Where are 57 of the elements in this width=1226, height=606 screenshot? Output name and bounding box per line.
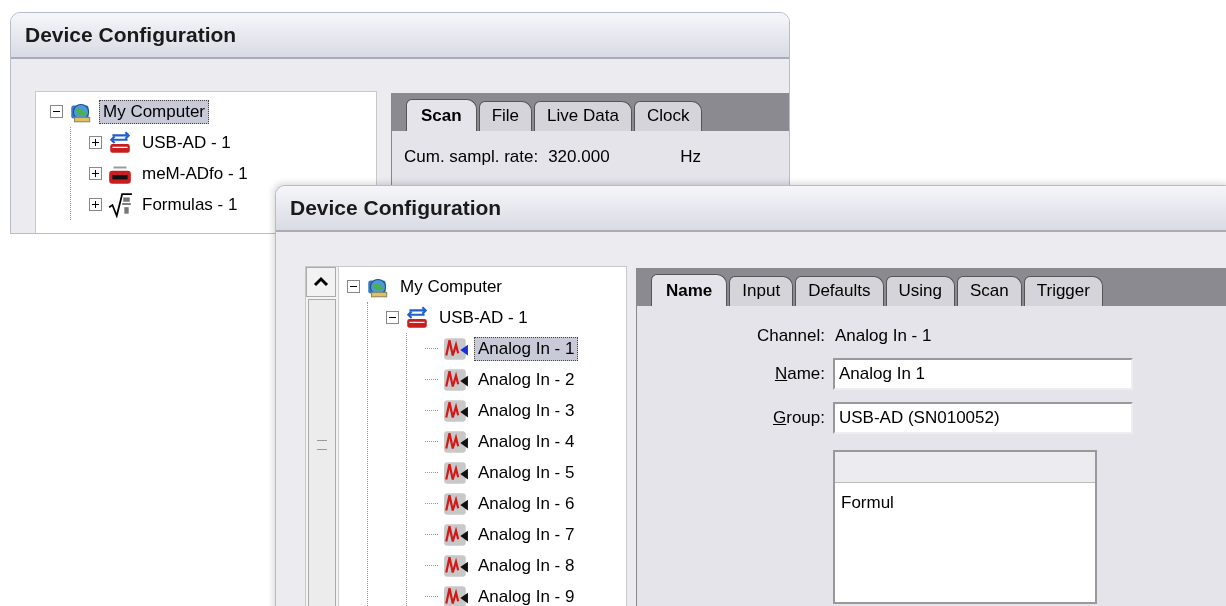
analog-input-icon: [443, 521, 469, 548]
scroll-thumb[interactable]: [308, 299, 336, 606]
tab[interactable]: Name: [651, 274, 728, 306]
tab[interactable]: Live Data: [534, 101, 632, 131]
tree-item[interactable]: USB-AD - 1: [435, 305, 532, 330]
collapse-toggle[interactable]: [386, 311, 399, 324]
tree-item[interactable]: USB-AD - 1: [138, 130, 235, 155]
analog-input-icon: [443, 459, 469, 486]
collapse-toggle[interactable]: [50, 105, 63, 118]
square-root-icon: [107, 191, 133, 218]
list-item: Formul: [840, 492, 895, 514]
tree-item[interactable]: Analog In - 4: [474, 429, 579, 454]
analog-input-icon: [443, 552, 469, 579]
tab[interactable]: Scan: [406, 99, 477, 131]
collapse-toggle[interactable]: [347, 280, 360, 293]
tree-item[interactable]: Analog In - 1: [474, 336, 579, 361]
analog-input-icon: [443, 428, 469, 455]
tree-item[interactable]: Analog In - 8: [474, 553, 579, 578]
expand-toggle[interactable]: [89, 198, 102, 211]
field-label: Cum. sampl. rate:: [404, 147, 539, 167]
tree-item[interactable]: Analog In - 7: [474, 522, 579, 547]
tab[interactable]: Clock: [633, 101, 703, 131]
field-label: Name:: [773, 364, 825, 384]
window-title: Device Configuration: [276, 186, 1226, 232]
analog-input-icon: [443, 490, 469, 517]
tab[interactable]: Defaults: [795, 276, 884, 306]
text-field[interactable]: Analog In 1: [833, 358, 1133, 390]
tree-item[interactable]: meM-ADfo - 1: [138, 161, 252, 186]
unit-label: Hz: [680, 147, 701, 167]
scroll-up-button[interactable]: [306, 267, 336, 297]
tree-item[interactable]: My Computer: [99, 99, 210, 124]
tree-item[interactable]: Formulas - 1: [138, 192, 242, 217]
field-label: Group:: [772, 408, 825, 428]
window-title: Device Configuration: [11, 13, 789, 59]
scrollbar[interactable]: [306, 267, 339, 606]
field-label: Channel:: [755, 326, 825, 346]
tree-item[interactable]: Analog In - 5: [474, 460, 579, 485]
tree-item[interactable]: Analog In - 3: [474, 398, 579, 423]
tab[interactable]: Using: [885, 276, 955, 306]
expand-toggle[interactable]: [89, 136, 102, 149]
analog-input-icon: [443, 397, 469, 424]
tree-item[interactable]: My Computer: [396, 274, 507, 299]
field-value: 320.000: [548, 147, 611, 167]
expand-toggle[interactable]: [89, 167, 102, 180]
tree-item[interactable]: Analog In - 2: [474, 367, 579, 392]
tree-item[interactable]: Analog In - 9: [474, 584, 579, 606]
tab[interactable]: Scan: [956, 276, 1022, 306]
analog-input-icon: [443, 335, 469, 362]
analog-input-icon: [443, 366, 469, 393]
tab[interactable]: File: [478, 101, 533, 131]
tree-item[interactable]: Analog In - 6: [474, 491, 579, 516]
tab[interactable]: Trigger: [1023, 276, 1103, 306]
text-field[interactable]: USB-AD (SN010052): [833, 402, 1133, 434]
usb-device-icon: [404, 304, 430, 331]
usb-device-icon: [107, 129, 133, 156]
tab[interactable]: Input: [729, 276, 794, 306]
channel-value: Analog In - 1: [834, 326, 933, 346]
